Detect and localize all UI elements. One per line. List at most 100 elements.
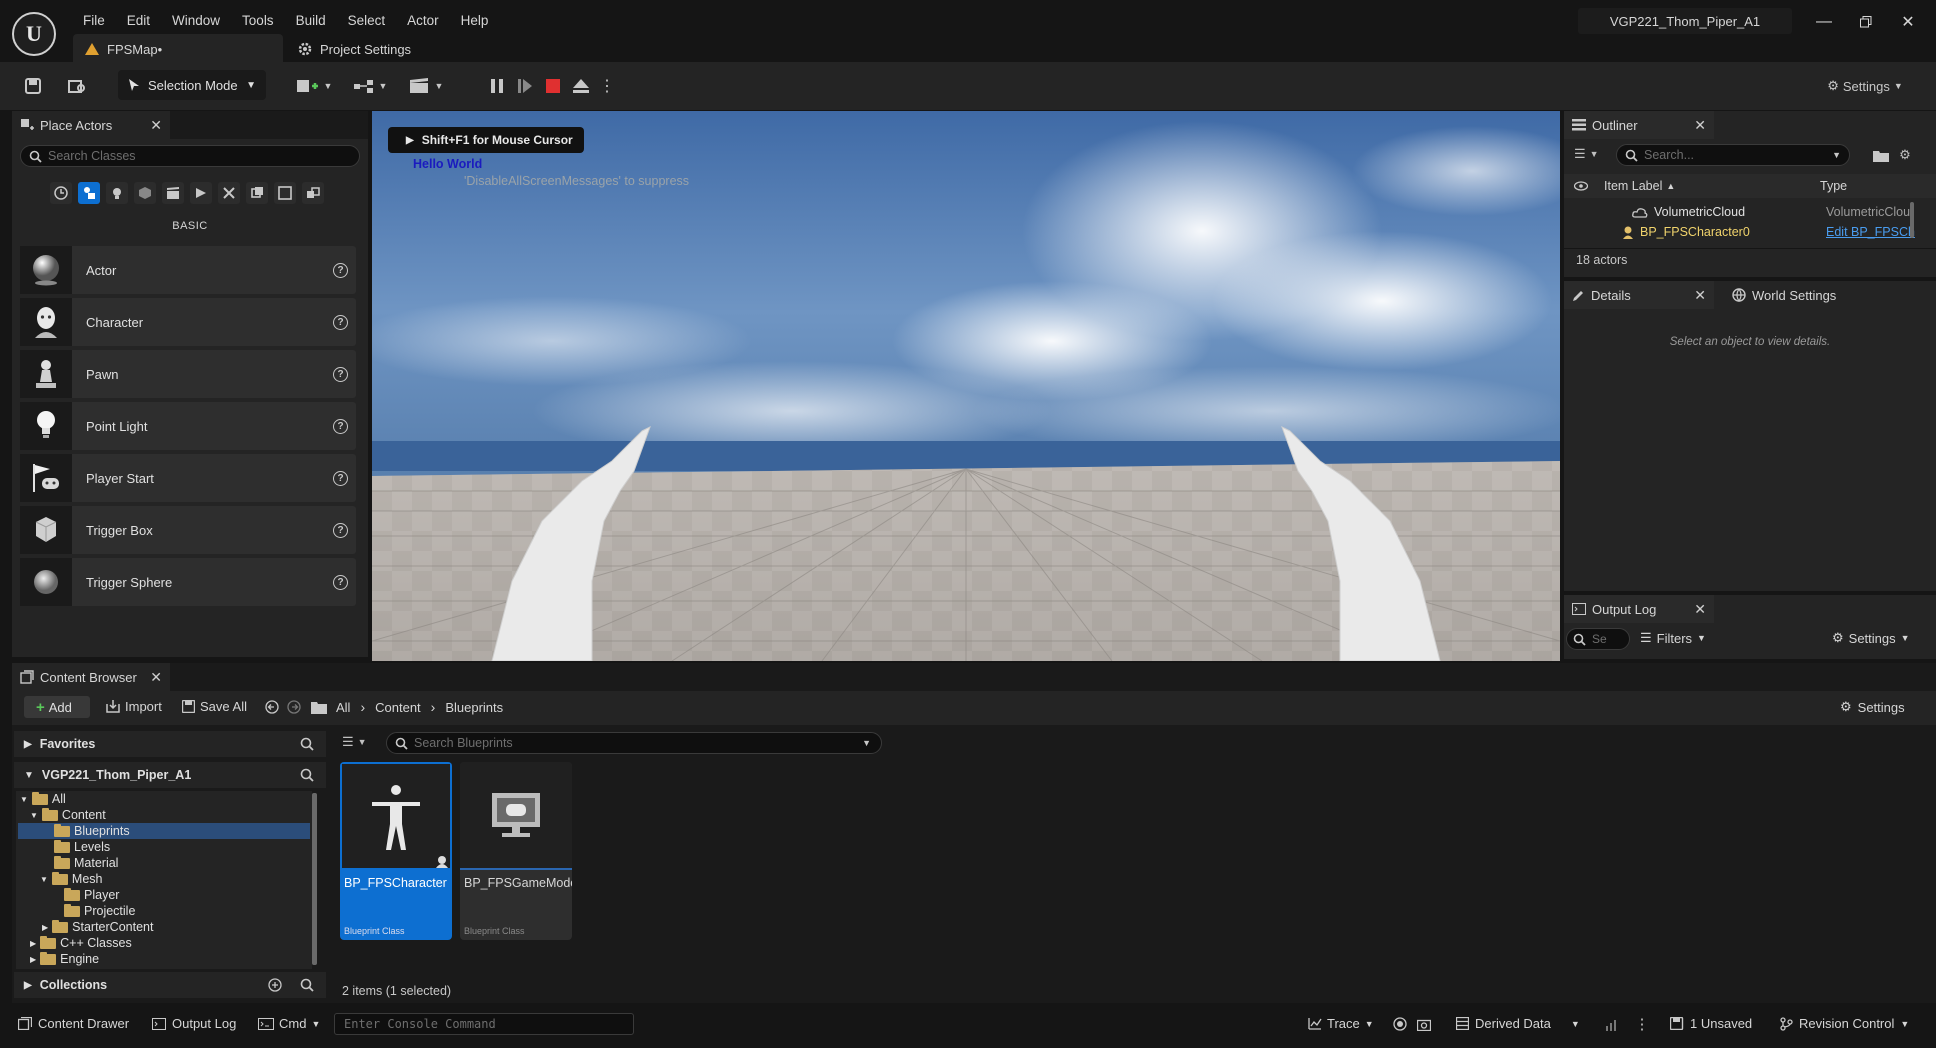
close-icon[interactable]: ✕ (1694, 601, 1706, 618)
add-actor-button[interactable]: ▼ (294, 70, 334, 102)
help-icon[interactable]: ? (333, 314, 348, 330)
breadcrumb-content[interactable]: Content (375, 700, 421, 715)
stats-bars-icon[interactable] (1604, 1016, 1620, 1032)
visibility-eye-icon[interactable] (1574, 181, 1588, 191)
menu-file[interactable]: File (72, 13, 116, 28)
menu-tools[interactable]: Tools (231, 13, 285, 28)
tab-outliner[interactable]: Outliner ✕ (1564, 111, 1714, 139)
tab-fpsmap[interactable]: FPSMap• (73, 34, 283, 64)
folder-icon[interactable] (310, 699, 328, 715)
tab-content-browser[interactable]: Content Browser ✕ (12, 663, 170, 691)
content-browser-settings-button[interactable]: ⚙ Settings (1840, 699, 1905, 715)
cmd-dropdown[interactable]: Cmd ▼ (258, 1016, 320, 1031)
output-log-search-input[interactable]: Se (1566, 628, 1630, 650)
output-log-settings-button[interactable]: ⚙ Settings ▼ (1832, 630, 1910, 646)
filters-dropdown[interactable]: ☰ Filters ▼ (1640, 630, 1706, 646)
favorites-header[interactable]: ▶ Favorites (14, 731, 326, 757)
save-icon[interactable] (18, 70, 48, 102)
asset-filter-button[interactable]: ☰ ▼ (342, 734, 367, 750)
recent-icon[interactable] (50, 182, 72, 204)
search-icon[interactable] (300, 978, 314, 992)
tree-item-blueprints[interactable]: Blueprints (18, 823, 310, 839)
outliner-row[interactable]: VolumetricCloud VolumetricClou (1564, 202, 1924, 222)
unsaved-button[interactable]: 1 Unsaved (1670, 1016, 1752, 1031)
tree-item-content[interactable]: ▼ Content (30, 807, 106, 823)
lights-category-icon[interactable] (106, 182, 128, 204)
breadcrumb-blueprints[interactable]: Blueprints (445, 700, 503, 715)
screenshot-icon[interactable] (1416, 1016, 1432, 1032)
selection-mode-dropdown[interactable]: Selection Mode ▼ (118, 70, 266, 100)
menu-actor[interactable]: Actor (396, 13, 450, 28)
actor-item-character[interactable]: Character ? (20, 298, 356, 346)
collections-header[interactable]: ▶ Collections (14, 972, 326, 998)
actor-item-point-light[interactable]: Point Light ? (20, 402, 356, 450)
search-icon[interactable] (300, 768, 314, 782)
edit-blueprint-link[interactable]: Edit BP_FPSCh (1826, 225, 1915, 239)
geometry-category-icon[interactable] (218, 182, 240, 204)
add-folder-icon[interactable] (1872, 146, 1890, 164)
help-icon[interactable]: ? (333, 574, 348, 590)
cinematics-button[interactable]: ▼ (406, 70, 446, 102)
basic-category-icon[interactable] (78, 182, 100, 204)
cinematic-category-icon[interactable] (162, 182, 184, 204)
shapes-category-icon[interactable] (134, 182, 156, 204)
help-icon[interactable]: ? (333, 366, 348, 382)
step-forward-icon[interactable] (514, 70, 536, 102)
unreal-logo-icon[interactable]: U (12, 12, 56, 56)
close-icon[interactable]: ✕ (150, 669, 162, 686)
tree-scrollbar[interactable] (312, 793, 317, 965)
column-item-label[interactable]: Item Label (1604, 179, 1662, 193)
tab-world-settings[interactable]: World Settings (1724, 281, 1884, 309)
trace-dropdown[interactable]: Trace ▼ (1308, 1016, 1374, 1031)
tree-item-startercontent[interactable]: ▶ StarterContent (42, 919, 153, 935)
revision-control-dropdown[interactable]: Revision Control ▼ (1780, 1016, 1909, 1031)
tree-item-material[interactable]: Material (54, 855, 118, 871)
back-arrow-icon[interactable] (264, 699, 280, 715)
tree-item-engine[interactable]: ▶ Engine (30, 951, 99, 967)
actor-item-trigger-box[interactable]: Trigger Box ? (20, 506, 356, 554)
project-header[interactable]: ▼ VGP221_Thom_Piper_A1 (14, 762, 326, 788)
tree-item-projectile[interactable]: Projectile (64, 903, 135, 919)
tree-item-all[interactable]: ▼ All (20, 791, 66, 807)
toolbar-settings-button[interactable]: ⚙ Settings ▼ (1820, 70, 1910, 102)
record-icon[interactable] (1392, 1016, 1408, 1032)
tree-item-levels[interactable]: Levels (54, 839, 110, 855)
actor-item-pawn[interactable]: Pawn ? (20, 350, 356, 398)
help-icon[interactable]: ? (333, 418, 348, 434)
import-button[interactable]: Import (106, 699, 162, 714)
tab-details[interactable]: Details ✕ (1564, 281, 1714, 309)
search-blueprints-input[interactable]: Search Blueprints ▼ (386, 732, 882, 754)
outliner-row[interactable]: BP_FPSCharacter0 Edit BP_FPSCh (1564, 222, 1924, 242)
menu-edit[interactable]: Edit (116, 13, 161, 28)
derived-data-dropdown[interactable]: Derived Data ▼ (1456, 1016, 1580, 1031)
asset-tile-bp-fpsgamemode[interactable]: BP_FPSGameMode Blueprint Class (460, 762, 572, 940)
outliner-search-input[interactable]: Search... ▼ (1616, 144, 1850, 166)
menu-window[interactable]: Window (161, 13, 231, 28)
actor-item-player-start[interactable]: Player Start ? (20, 454, 356, 502)
volumes-category-icon[interactable] (246, 182, 268, 204)
help-icon[interactable]: ? (333, 262, 348, 278)
chevron-right-icon[interactable]: › (431, 699, 436, 715)
tab-project-settings[interactable]: Project Settings (286, 34, 456, 64)
level-viewport[interactable] (372, 111, 1560, 661)
browse-icon[interactable] (62, 70, 92, 102)
blueprint-toolbar-button[interactable]: ▼ (350, 70, 390, 102)
close-icon[interactable]: ✕ (1694, 287, 1706, 304)
close-icon[interactable]: ✕ (150, 117, 162, 134)
tab-place-actors[interactable]: Place Actors ✕ (12, 111, 170, 139)
close-window-button[interactable]: ✕ (1888, 8, 1928, 36)
column-type[interactable]: Type (1820, 179, 1847, 193)
chevron-right-icon[interactable]: › (360, 699, 365, 715)
menu-build[interactable]: Build (285, 13, 337, 28)
pause-icon[interactable] (486, 70, 508, 102)
breadcrumb-all[interactable]: All (336, 700, 350, 715)
add-collection-icon[interactable] (268, 978, 282, 992)
custom-category-icon[interactable] (302, 182, 324, 204)
visual-effects-category-icon[interactable] (190, 182, 212, 204)
minimize-button[interactable]: — (1804, 8, 1844, 36)
eject-icon[interactable] (570, 70, 592, 102)
tree-item-player[interactable]: Player (64, 887, 119, 903)
stop-icon[interactable] (542, 70, 564, 102)
content-drawer-button[interactable]: Content Drawer (18, 1016, 129, 1031)
tree-item-cpp-classes[interactable]: ▶ C++ Classes (30, 935, 132, 951)
